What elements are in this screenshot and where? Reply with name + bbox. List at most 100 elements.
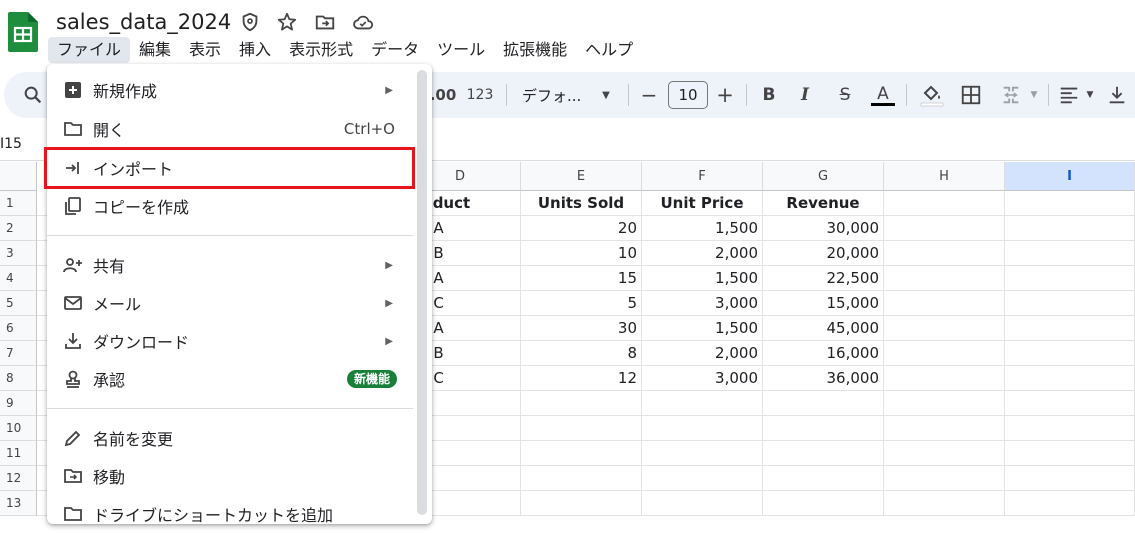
move-folder-icon[interactable] [314,11,336,33]
table-cell[interactable] [763,391,884,416]
table-cell[interactable] [763,491,884,516]
row-header[interactable]: 6 [0,316,37,341]
row-header[interactable]: 4 [0,266,37,291]
table-cell[interactable] [1005,316,1135,341]
table-cell[interactable]: 30,000 [763,216,884,241]
table-cell[interactable] [884,466,1005,491]
table-cell[interactable] [763,416,884,441]
italic-button[interactable]: I [794,72,816,118]
menu-edit[interactable]: 編集 [130,37,180,63]
more-formats-button[interactable]: 123 [464,72,496,118]
merge-dropdown-arrow-icon[interactable]: ▼ [1026,72,1042,118]
vertical-align-icon[interactable] [1106,84,1128,106]
menu-item-download[interactable]: ダウンロード ▶ [47,322,415,360]
table-cell[interactable] [1005,491,1135,516]
table-cell[interactable] [1005,466,1135,491]
cloud-status-icon[interactable] [352,11,374,33]
table-cell[interactable] [642,391,763,416]
row-header[interactable]: 12 [0,466,37,491]
table-cell[interactable]: Units Sold [521,191,642,216]
bold-button[interactable]: B [758,72,780,118]
font-size-decrease-button[interactable]: − [638,72,660,118]
document-title[interactable]: sales_data_2024 [56,8,231,36]
table-cell[interactable] [1005,266,1135,291]
table-cell[interactable] [884,391,1005,416]
font-select[interactable]: デフォ... [517,72,597,118]
table-cell[interactable] [521,416,642,441]
table-cell[interactable] [884,441,1005,466]
align-dropdown-arrow-icon[interactable]: ▼ [1082,72,1098,118]
table-cell[interactable]: 2,000 [642,341,763,366]
table-cell[interactable] [884,291,1005,316]
column-header-e[interactable]: E [521,162,642,191]
table-cell[interactable] [1005,241,1135,266]
menu-format[interactable]: 表示形式 [280,37,362,63]
table-cell[interactable]: 20,000 [763,241,884,266]
table-cell[interactable] [1005,216,1135,241]
table-cell[interactable] [642,416,763,441]
borders-icon[interactable] [960,84,982,106]
table-cell[interactable] [1005,366,1135,391]
table-cell[interactable] [884,341,1005,366]
row-header[interactable]: 9 [0,391,37,416]
menu-file[interactable]: ファイル [48,37,131,63]
fill-color-icon[interactable] [920,82,944,108]
table-cell[interactable]: 10 [521,241,642,266]
table-cell[interactable] [1005,291,1135,316]
table-cell[interactable] [884,241,1005,266]
font-dropdown-arrow-icon[interactable]: ▼ [598,72,614,118]
menu-item-make-copy[interactable]: コピーを作成 [47,187,415,225]
menu-item-move[interactable]: 移動 [47,457,415,495]
menu-data[interactable]: データ [362,37,428,63]
table-cell[interactable] [642,441,763,466]
table-cell[interactable]: 8 [521,341,642,366]
table-cell[interactable]: 36,000 [763,366,884,391]
menu-scrollbar[interactable] [417,70,427,515]
table-cell[interactable] [642,491,763,516]
table-cell[interactable]: 15,000 [763,291,884,316]
table-cell[interactable] [884,266,1005,291]
table-cell[interactable]: 16,000 [763,341,884,366]
menu-item-open[interactable]: 開く Ctrl+O [47,110,415,148]
table-cell[interactable]: 22,500 [763,266,884,291]
menu-insert[interactable]: 挿入 [230,37,280,63]
star-icon[interactable] [276,11,298,33]
menu-extensions[interactable]: 拡張機能 [494,37,576,63]
table-cell[interactable] [763,466,884,491]
table-cell[interactable] [884,191,1005,216]
table-cell[interactable] [884,316,1005,341]
table-cell[interactable]: 1,500 [642,316,763,341]
column-header-g[interactable]: G [763,162,884,191]
table-cell[interactable] [884,216,1005,241]
merge-cells-icon[interactable] [1000,84,1022,106]
table-cell[interactable] [1005,391,1135,416]
row-header[interactable]: 3 [0,241,37,266]
table-cell[interactable] [521,466,642,491]
row-header[interactable]: 1 [0,191,37,216]
decimal-increase-button[interactable]: .00 [430,72,457,118]
select-all-corner[interactable] [0,162,37,191]
table-cell[interactable] [884,491,1005,516]
table-cell[interactable] [521,391,642,416]
row-header[interactable]: 7 [0,341,37,366]
name-box[interactable]: I15 [0,136,22,152]
row-header[interactable]: 10 [0,416,37,441]
table-cell[interactable]: 3,000 [642,291,763,316]
menu-item-approvals[interactable]: 承認 新機能 [47,360,415,398]
menu-item-share[interactable]: 共有 ▶ [47,246,415,284]
horizontal-align-icon[interactable] [1058,84,1080,106]
table-cell[interactable]: 12 [521,366,642,391]
column-header-i[interactable]: I [1005,162,1135,191]
table-cell[interactable]: 1,500 [642,266,763,291]
row-header[interactable]: 13 [0,491,37,516]
font-size-increase-button[interactable]: + [714,72,736,118]
table-cell[interactable]: 15 [521,266,642,291]
menu-item-email[interactable]: メール ▶ [47,284,415,322]
table-cell[interactable]: 45,000 [763,316,884,341]
table-cell[interactable] [1005,191,1135,216]
row-header[interactable]: 5 [0,291,37,316]
row-header[interactable]: 8 [0,366,37,391]
menu-item-rename[interactable]: 名前を変更 [47,419,415,457]
sheets-logo-icon[interactable] [8,12,38,52]
table-cell[interactable]: 30 [521,316,642,341]
